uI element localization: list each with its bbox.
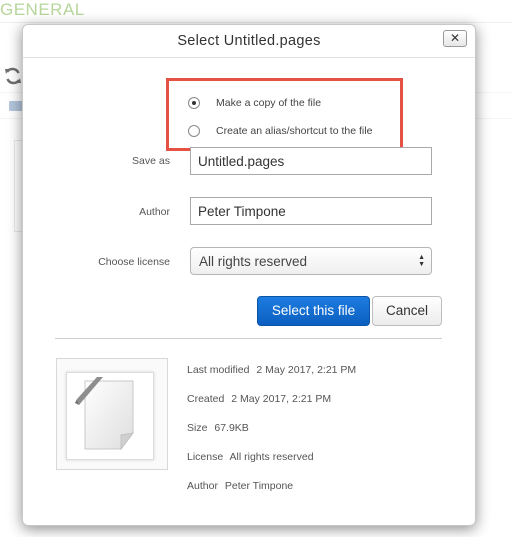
document-icon xyxy=(75,377,134,451)
size-value: 67.9KB xyxy=(214,422,249,434)
created-info: Created 2 May 2017, 2:21 PM xyxy=(187,393,331,405)
author-label: Author xyxy=(139,206,170,218)
author-input[interactable] xyxy=(190,197,432,225)
created-value: 2 May 2017, 2:21 PM xyxy=(231,393,332,405)
close-button[interactable]: ✕ xyxy=(443,30,467,47)
select-this-file-button[interactable]: Select this file xyxy=(257,296,370,326)
dialog-header: Select Untitled.pages ✕ xyxy=(23,25,475,58)
license-selected-value: All rights reserved xyxy=(199,254,308,269)
dialog-divider xyxy=(55,338,442,339)
last-modified-value: 2 May 2017, 2:21 PM xyxy=(256,364,357,376)
save-as-label: Save as xyxy=(132,155,170,167)
file-license-value: All rights reserved xyxy=(229,451,314,463)
last-modified-info: Last modified 2 May 2017, 2:21 PM xyxy=(187,364,356,376)
file-license-label: License xyxy=(187,451,224,463)
file-author-value: Peter Timpone xyxy=(224,480,294,492)
cancel-button[interactable]: Cancel xyxy=(372,296,442,326)
dialog-title: Select Untitled.pages xyxy=(177,33,321,49)
file-picker-dialog: Select Untitled.pages ✕ Make a copy of t… xyxy=(22,24,476,526)
file-author-label: Author xyxy=(187,480,218,492)
license-info: License All rights reserved xyxy=(187,451,314,463)
save-as-input[interactable] xyxy=(190,147,432,175)
created-label: Created xyxy=(187,393,225,405)
license-label: Choose license xyxy=(98,256,170,268)
highlight-annotation xyxy=(166,78,403,151)
select-arrows-icon: ▲ ▼ xyxy=(418,254,425,268)
file-thumbnail xyxy=(56,358,168,470)
thumbnail-inner xyxy=(66,372,154,460)
close-icon: ✕ xyxy=(449,31,461,45)
license-select[interactable]: All rights reserved ▲ ▼ xyxy=(190,247,432,275)
size-label: Size xyxy=(187,422,208,434)
author-info: Author Peter Timpone xyxy=(187,480,293,492)
last-modified-label: Last modified xyxy=(187,364,250,376)
size-info: Size 67.9KB xyxy=(187,422,249,434)
